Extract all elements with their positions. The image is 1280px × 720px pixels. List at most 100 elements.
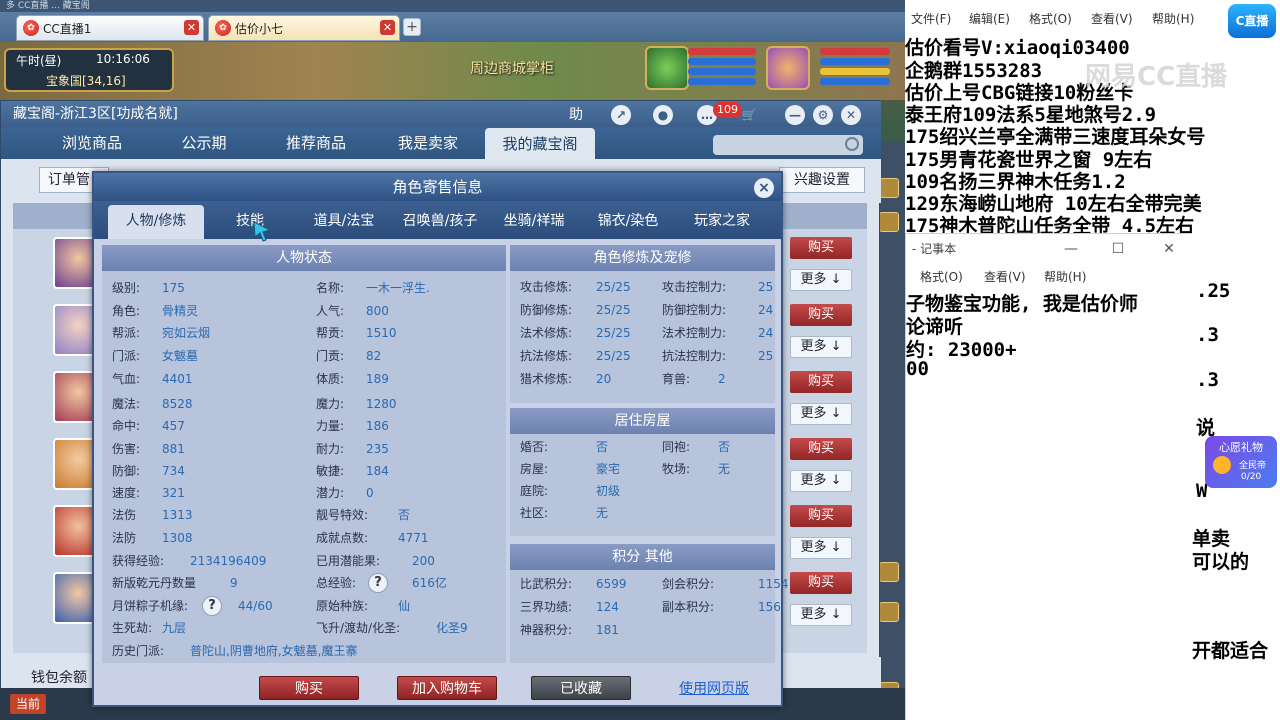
favorited-button[interactable]: 已收藏 [531, 676, 631, 700]
buy-button[interactable]: 购买 [790, 438, 852, 460]
tab-pets[interactable]: 召唤兽/孩子 [394, 206, 486, 236]
tab-character[interactable]: 人物/修炼 [108, 205, 204, 239]
house-row-value: 无 [718, 462, 731, 476]
score-row: 三界功绩: 124 [520, 596, 619, 618]
game-tool-icon[interactable] [879, 602, 899, 622]
minimize-icon[interactable]: — [1056, 234, 1086, 264]
menu-help[interactable]: 帮助(H) [1152, 10, 1194, 27]
settings-icon[interactable]: ⚙ [813, 105, 833, 125]
cart-icon[interactable]: 🛒 [739, 105, 759, 125]
new-tab-button[interactable]: + [403, 18, 421, 36]
buy-button[interactable]: 购买 [790, 304, 852, 326]
stat-row-label: 命中: [112, 419, 141, 433]
wallet-balance-label: 钱包余额 [31, 670, 87, 686]
house-panel-title: 居住房屋 [510, 408, 775, 434]
game-tool-icon[interactable] [879, 562, 899, 582]
menu-view[interactable]: 查看(V) [984, 268, 1026, 285]
menu-edit[interactable]: 编辑(E) [969, 10, 1010, 27]
wish-gift-widget[interactable]: 心愿礼物 全民帝 0/20 [1205, 436, 1277, 488]
cultivation-row: 法术控制力: 24 [662, 322, 773, 344]
nav-publicity[interactable]: 公示期 [149, 127, 259, 159]
browser-tabbar: ✿ CC直播1 ✕ ✿ 估价小七 ✕ + [0, 12, 905, 42]
search-input[interactable] [713, 135, 863, 155]
nav-seller[interactable]: 我是卖家 [373, 127, 483, 159]
browser-tab-label: CC直播1 [43, 21, 92, 36]
minimize-icon[interactable]: — [785, 105, 805, 125]
stat-row-label: 潜力: [316, 486, 345, 500]
current-channel-button[interactable]: 当前 [10, 694, 46, 714]
stat-row-value: 仙 [398, 599, 411, 613]
stat-row-label: 生死劫: [112, 621, 153, 635]
menu-view[interactable]: 查看(V) [1091, 10, 1133, 27]
stat-row-value: 一木一浮生. [366, 281, 430, 295]
house-row-label: 牧场: [662, 462, 691, 476]
menu-format[interactable]: 格式(O) [1029, 10, 1072, 27]
close-icon[interactable]: × [754, 178, 774, 198]
house-row-value: 否 [596, 440, 609, 454]
notepad-line: 109名扬三界神木任务1.2 [905, 171, 1126, 193]
browser-tab-guja[interactable]: ✿ 估价小七 ✕ [208, 15, 400, 41]
game-tool-icon[interactable] [879, 212, 899, 232]
menu-format[interactable]: 格式(O) [920, 268, 963, 285]
buy-button[interactable]: 购买 [790, 371, 852, 393]
tab-items[interactable]: 道具/法宝 [300, 206, 388, 236]
stat-row-label: 伤害: [112, 442, 141, 456]
maximize-icon[interactable]: ☐ [1103, 234, 1133, 264]
pet-avatar[interactable] [645, 46, 689, 90]
stat-row-label: 级别: [112, 281, 141, 295]
share-icon[interactable]: ↗ [611, 105, 631, 125]
stat-row: 靓号特效: 否 [316, 504, 410, 526]
help-question-icon[interactable]: ? [368, 573, 388, 593]
stat-row: 已用潜能果: 200 [316, 550, 435, 572]
tab-home[interactable]: 玩家之家 [678, 206, 766, 236]
tab-mounts[interactable]: 坐骑/祥瑞 [490, 206, 578, 236]
buy-button[interactable]: 购买 [790, 572, 852, 594]
use-web-version-link[interactable]: 使用网页版 [679, 678, 749, 698]
record-icon[interactable]: ● [653, 105, 673, 125]
tab-outfits[interactable]: 锦衣/染色 [584, 206, 672, 236]
player-avatar[interactable] [766, 46, 810, 90]
close-icon[interactable]: ✕ [841, 105, 861, 125]
status-panel: 人物状态 级别: 175 角色: 骨精灵 帮派: 宛如云烟 门派: 女魃墓 气血: 4401 魔法:… [102, 245, 506, 663]
menu-help[interactable]: 帮助(H) [1044, 268, 1086, 285]
interest-settings-button[interactable]: 兴趣设置 [779, 167, 865, 193]
buy-button[interactable]: 购买 [790, 505, 852, 527]
stat-row-value: 881 [162, 442, 185, 456]
help-button[interactable]: 助 [565, 105, 587, 125]
close-icon[interactable]: ✕ [1154, 234, 1184, 264]
more-button[interactable]: 更多 ↓ [790, 604, 852, 626]
cultivation-row: 防御修炼: 25/25 [520, 299, 631, 321]
help-question-icon[interactable]: ? [202, 596, 222, 616]
nav-browse[interactable]: 浏览商品 [37, 127, 147, 159]
tab-skills[interactable]: 技能 [214, 206, 286, 236]
more-button[interactable]: 更多 ↓ [790, 470, 852, 492]
search-icon[interactable] [845, 137, 859, 151]
menu-file[interactable]: 文件(F) [911, 10, 951, 27]
buy-button[interactable]: 购买 [259, 676, 359, 700]
player-status-bars [820, 48, 890, 88]
add-to-cart-button[interactable]: 加入购物车 [397, 676, 497, 700]
more-button[interactable]: 更多 ↓ [790, 537, 852, 559]
stat-row: 历史门派: 普陀山,阴曹地府,女魃墓,魔王寨 [112, 640, 357, 662]
cultivation-panel-title: 角色修炼及宠修 [510, 245, 775, 271]
more-label: 更多 [800, 607, 827, 622]
stat-row: 体质: 189 [316, 368, 389, 390]
game-tool-icon[interactable] [879, 178, 899, 198]
more-button[interactable]: 更多 ↓ [790, 269, 852, 291]
notepad-line: 175神木普陀山任务全带 4.5左右 [905, 215, 1195, 237]
stat-row: 月饼粽子机缘: 44/60? [112, 595, 273, 617]
cultivation-row-label: 抗法修炼: [520, 349, 573, 363]
stat-row: 耐力: 235 [316, 438, 389, 460]
stat-row: 命中: 457 [112, 415, 185, 437]
nav-recommend[interactable]: 推荐商品 [261, 127, 371, 159]
close-tab-icon[interactable]: ✕ [184, 20, 199, 35]
more-button[interactable]: 更多 ↓ [790, 336, 852, 358]
cultivation-row-label: 攻击控制力: [662, 280, 727, 294]
nav-my-cbg[interactable]: 我的藏宝阁 [485, 128, 595, 160]
browser-tab-cc[interactable]: ✿ CC直播1 ✕ [16, 15, 204, 41]
buy-button[interactable]: 购买 [790, 237, 852, 259]
close-tab-icon[interactable]: ✕ [380, 20, 395, 35]
more-button[interactable]: 更多 ↓ [790, 403, 852, 425]
stat-row-value: 457 [162, 419, 185, 433]
score-row: 比武积分: 6599 [520, 573, 627, 595]
